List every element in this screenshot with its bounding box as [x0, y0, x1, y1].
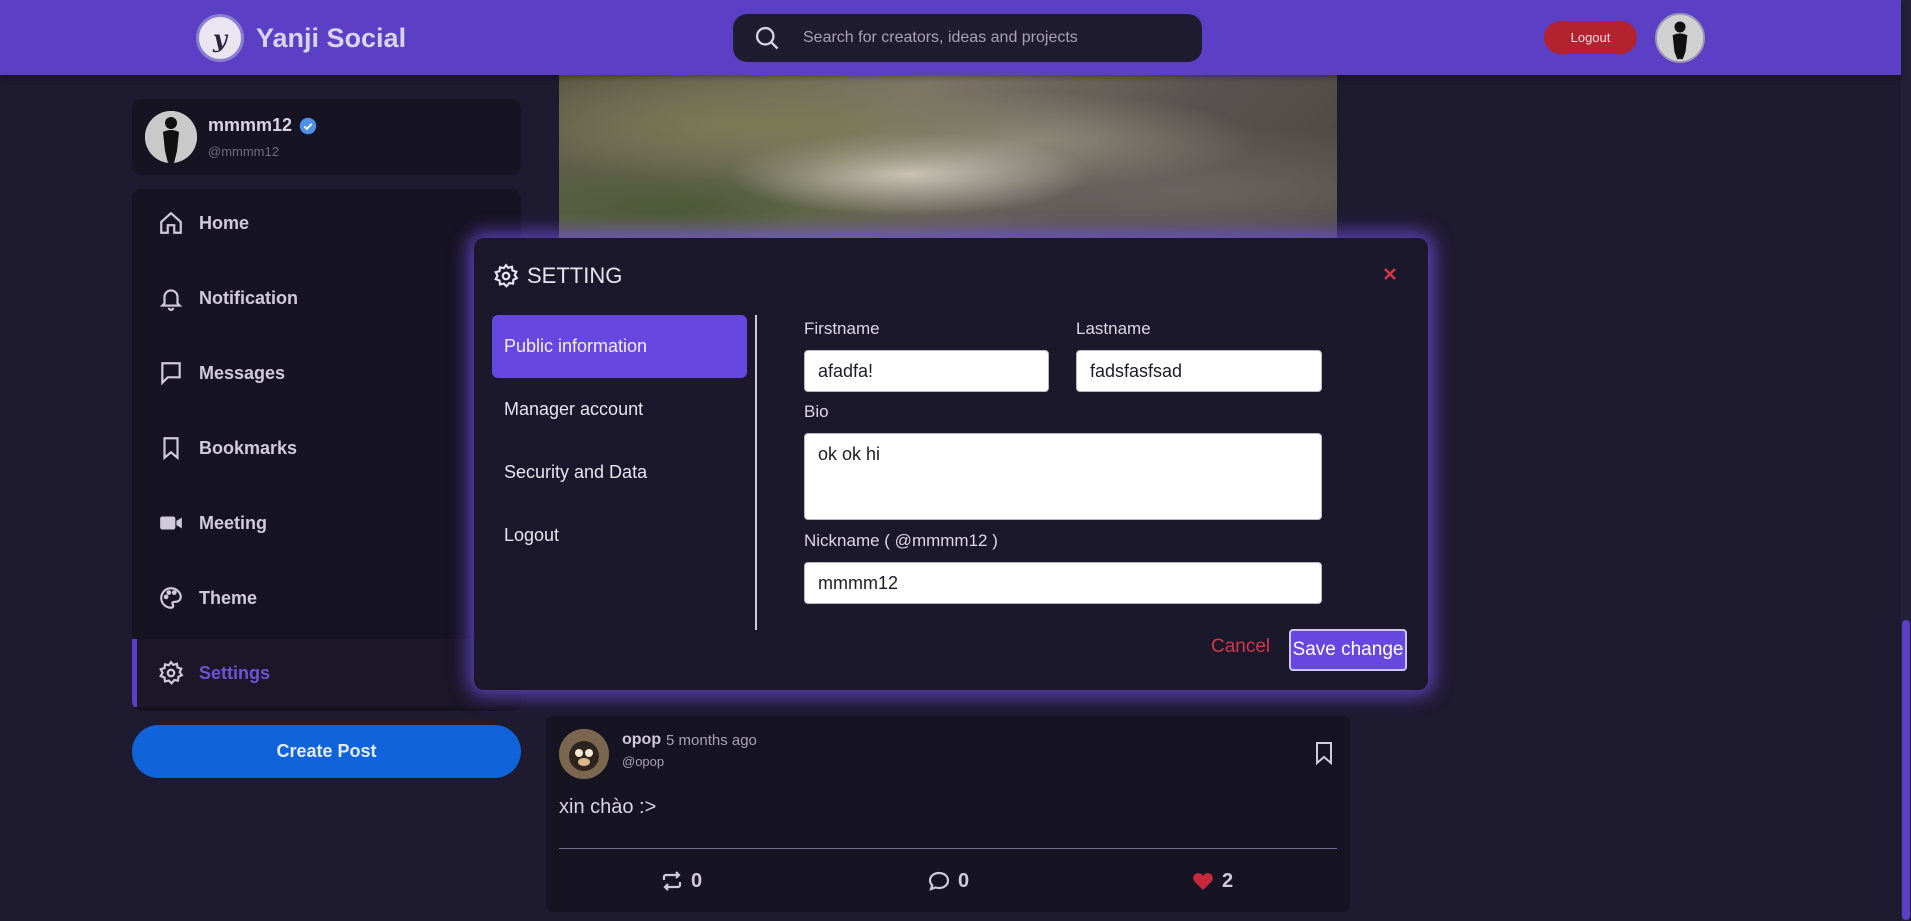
modal-title-text: SETTING: [527, 263, 623, 288]
firstname-field[interactable]: [804, 350, 1049, 392]
sidebar-item-label: Home: [199, 212, 250, 233]
post-text: xin chào :>: [559, 796, 657, 818]
sidebar-nav: Home Notification Messages Bookmarks Mee…: [132, 189, 521, 711]
home-icon: [160, 211, 182, 234]
lastname-label: Lastname: [1076, 319, 1151, 338]
close-icon[interactable]: [1380, 264, 1400, 284]
cancel-button[interactable]: Cancel: [1211, 636, 1270, 658]
repost-button[interactable]: 0: [660, 869, 702, 893]
post-timestamp: 5 months ago: [666, 732, 757, 749]
header-avatar[interactable]: [1655, 13, 1705, 63]
repost-count: 0: [691, 869, 703, 892]
repost-icon: [662, 871, 682, 891]
sidebar-item-label: Theme: [199, 587, 258, 608]
sidebar-item-home[interactable]: Home: [132, 189, 521, 257]
post-image[interactable]: [559, 75, 1337, 240]
settings-tab-public-information[interactable]: Public information: [492, 315, 747, 378]
profile-name-row: mmmm12: [208, 115, 317, 136]
settings-tab-security-and-data[interactable]: Security and Data: [492, 441, 747, 504]
post-card: opop 5 months ago @opop xin chào :> 0 0 …: [546, 716, 1350, 912]
menu-divider: [755, 315, 757, 630]
bio-label: Bio: [804, 402, 829, 421]
comment-button[interactable]: 0: [927, 869, 969, 893]
avatar: [145, 111, 197, 163]
gear-icon: [159, 660, 184, 685]
bookmark-icon: [163, 437, 179, 461]
post-author-avatar[interactable]: [559, 729, 609, 779]
sidebar-item-label: Settings: [199, 662, 271, 683]
settings-tab-manager-account[interactable]: Manager account: [492, 378, 747, 441]
sidebar-item-label: Notification: [199, 287, 298, 308]
settings-modal: SETTING Public information Manager accou…: [474, 238, 1428, 690]
sidebar-item-settings[interactable]: Settings: [132, 639, 521, 707]
sidebar-item-label: Messages: [199, 362, 286, 383]
firstname-label: Firstname: [804, 319, 880, 338]
search-icon: [755, 26, 779, 50]
like-count: 2: [1222, 869, 1234, 892]
lastname-field[interactable]: [1076, 350, 1322, 392]
top-header: y Yanji Social Logout: [0, 0, 1901, 75]
comment-count: 0: [958, 869, 970, 892]
sidebar-item-meeting[interactable]: Meeting: [132, 489, 521, 557]
gear-icon: [494, 263, 519, 288]
settings-menu: Public information Manager account Secur…: [492, 315, 747, 567]
sidebar-item-label: Bookmarks: [199, 437, 298, 458]
settings-tab-logout[interactable]: Logout: [492, 504, 747, 567]
bookmark-icon[interactable]: [1314, 741, 1334, 765]
nickname-label: Nickname ( @mmmm12 ): [804, 531, 998, 550]
heart-icon: [1193, 873, 1213, 890]
bell-icon: [159, 289, 183, 311]
brand[interactable]: y Yanji Social: [196, 14, 406, 62]
post-author-name[interactable]: opop: [622, 731, 661, 749]
profile-card[interactable]: mmmm12 @mmmm12: [132, 99, 521, 175]
verified-icon: [299, 117, 317, 134]
sidebar-item-messages[interactable]: Messages: [132, 339, 521, 407]
message-icon: [161, 362, 181, 386]
bio-field[interactable]: ok ok hi: [804, 433, 1322, 520]
sidebar-item-theme[interactable]: Theme: [132, 564, 521, 632]
nickname-field[interactable]: [804, 562, 1322, 604]
post-author-handle: @opop: [622, 754, 665, 769]
sidebar-item-bookmarks[interactable]: Bookmarks: [132, 414, 521, 482]
save-change-button[interactable]: Save change: [1289, 629, 1407, 671]
profile-name: mmmm12: [208, 115, 293, 135]
header-logout-button[interactable]: Logout: [1544, 21, 1637, 54]
scrollbar-thumb[interactable]: [1902, 620, 1910, 920]
page-scrollbar[interactable]: [1901, 0, 1911, 921]
app-logo: y: [196, 14, 244, 62]
comment-icon: [928, 871, 950, 891]
divider: [559, 848, 1337, 849]
sidebar-item-label: Meeting: [199, 512, 268, 533]
modal-title: SETTING: [493, 263, 622, 289]
create-post-button[interactable]: Create Post: [132, 725, 521, 778]
video-icon: [160, 516, 182, 530]
sidebar-item-notification[interactable]: Notification: [132, 264, 521, 332]
like-button[interactable]: 2: [1191, 869, 1233, 893]
palette-icon: [160, 587, 182, 609]
profile-handle: @mmmm12: [208, 144, 279, 159]
app-name: Yanji Social: [256, 22, 407, 53]
search-bar[interactable]: [733, 14, 1202, 62]
search-input[interactable]: [803, 29, 1183, 47]
